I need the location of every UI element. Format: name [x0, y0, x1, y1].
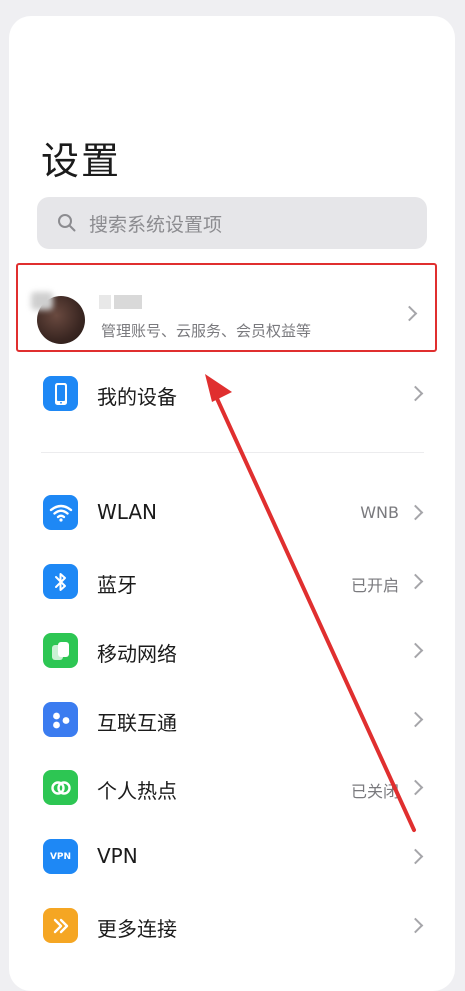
hotspot-icon	[43, 770, 78, 805]
interconnect-icon	[43, 702, 78, 737]
my-device-row[interactable]: 我的设备	[0, 364, 465, 424]
page-title: 设置	[41, 139, 122, 183]
hotspot-label: 个人热点	[97, 779, 177, 803]
mobile-network-label: 移动网络	[97, 642, 177, 666]
vpn-row[interactable]: VPN VPN	[0, 827, 465, 887]
more-connections-row[interactable]: 更多连接	[0, 896, 465, 956]
wifi-icon	[43, 495, 78, 530]
chevron-right-icon	[407, 642, 424, 659]
chevron-right-icon	[407, 711, 424, 728]
phone-icon	[43, 376, 78, 411]
chevron-right-icon	[407, 917, 424, 934]
wlan-label: WLAN	[97, 500, 158, 524]
account-subtitle: 管理账号、云服务、会员权益等	[101, 322, 312, 340]
chevron-right-icon	[407, 385, 424, 402]
mobile-network-row[interactable]: 移动网络	[0, 621, 465, 681]
wlan-value: WNB	[360, 503, 399, 522]
search-icon	[58, 214, 76, 232]
interconnect-row[interactable]: 互联互通	[0, 690, 465, 750]
chevron-right-icon	[407, 573, 424, 590]
vpn-label: VPN	[97, 844, 138, 868]
vpn-icon: VPN	[43, 839, 78, 874]
hotspot-row[interactable]: 个人热点 已关闭	[0, 758, 465, 818]
search-input[interactable]: 搜索系统设置项	[37, 197, 427, 249]
bluetooth-row[interactable]: 蓝牙 已开启	[0, 552, 465, 612]
avatar-blur	[31, 292, 53, 310]
account-name-redacted	[99, 295, 144, 309]
more-connections-label: 更多连接	[97, 917, 177, 941]
chevron-right-icon	[401, 305, 418, 322]
bluetooth-value: 已开启	[350, 576, 399, 595]
mobile-network-icon	[43, 633, 78, 668]
hotspot-value: 已关闭	[350, 782, 399, 801]
chevron-right-icon	[407, 504, 424, 521]
interconnect-label: 互联互通	[97, 711, 177, 735]
more-connections-icon	[43, 908, 78, 943]
divider	[41, 452, 424, 453]
wlan-row[interactable]: WLAN WNB	[0, 483, 465, 543]
bluetooth-label: 蓝牙	[97, 573, 137, 597]
vpn-icon-text: VPN	[49, 851, 72, 862]
search-placeholder: 搜索系统设置项	[89, 213, 223, 236]
my-device-label: 我的设备	[97, 385, 177, 409]
chevron-right-icon	[407, 848, 424, 865]
chevron-right-icon	[407, 779, 424, 796]
bluetooth-icon	[43, 564, 78, 599]
